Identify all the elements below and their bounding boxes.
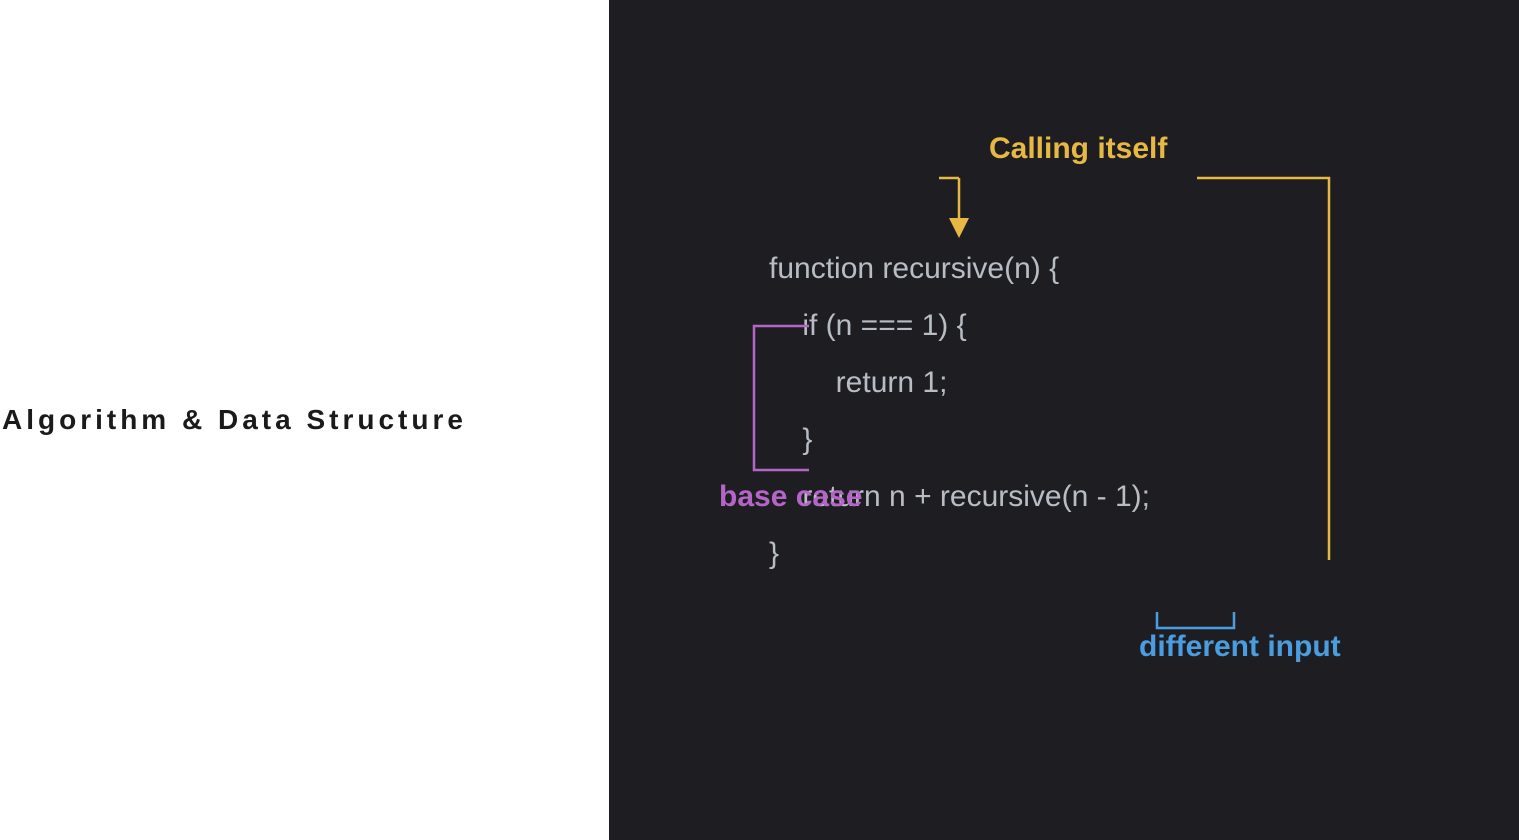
code-line-2: if (n === 1) { (769, 297, 1150, 354)
annotation-base-case: base case (719, 480, 862, 514)
code-line-1: function recursive(n) { (769, 240, 1150, 297)
right-panel: Calling itself function recursive(n) { i… (609, 0, 1519, 840)
annotation-calling-itself: Calling itself (989, 132, 1167, 166)
code-block: function recursive(n) { if (n === 1) { r… (769, 240, 1150, 582)
left-panel: Algorithm & Data Structure (0, 0, 609, 840)
code-line-4: } (769, 411, 1150, 468)
title-text: Algorithm & Data Structure (0, 404, 467, 436)
annotation-different-input: different input (1139, 630, 1341, 664)
code-line-3: return 1; (769, 354, 1150, 411)
code-line-7: } (769, 525, 1150, 582)
